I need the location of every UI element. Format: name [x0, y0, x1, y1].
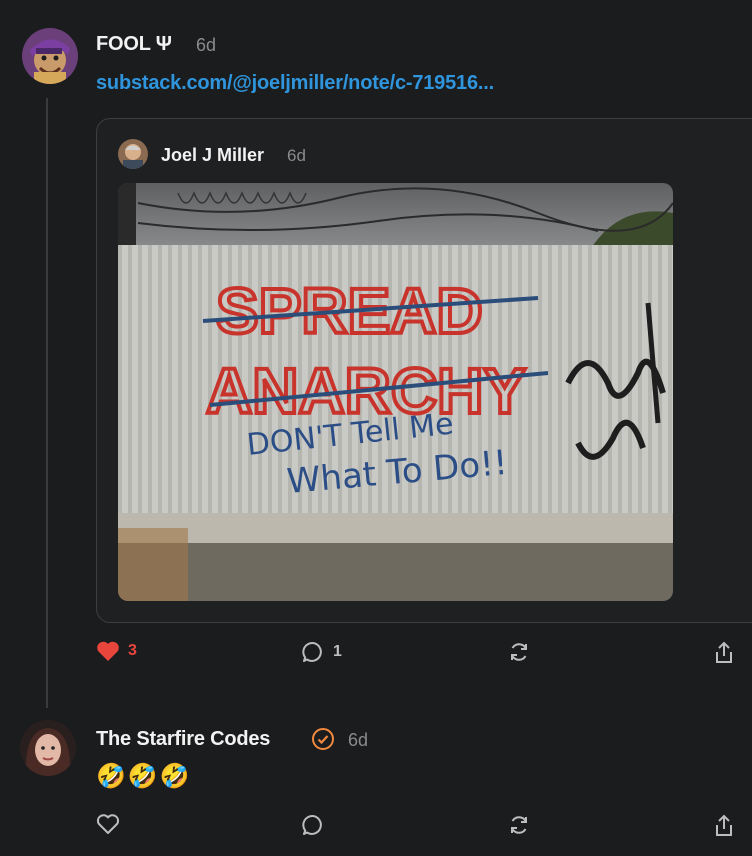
restack-icon: [507, 813, 531, 837]
verified-badge-icon: [311, 727, 335, 756]
reply-share-button[interactable]: [712, 813, 736, 839]
post-author-name[interactable]: FOOL Ψ: [96, 33, 172, 56]
reply-restack-button[interactable]: [507, 813, 531, 837]
like-button[interactable]: 3: [96, 640, 137, 662]
comment-bubble-icon: [301, 813, 325, 837]
comment-bubble-icon: [301, 640, 325, 664]
heart-filled-icon: [96, 640, 120, 662]
note-link[interactable]: substack.com/@joeljmiller/note/c-719516.…: [96, 72, 494, 95]
fool-avatar[interactable]: [22, 28, 78, 84]
post-timestamp[interactable]: 6d: [196, 35, 216, 56]
comment-count: 1: [333, 643, 342, 660]
share-upload-icon: [712, 813, 736, 839]
share-button[interactable]: [712, 640, 736, 666]
quoted-timestamp[interactable]: 6d: [287, 146, 306, 166]
comment-button[interactable]: 1: [301, 640, 342, 664]
restack-icon: [507, 640, 531, 664]
reply-text: 🤣🤣🤣: [96, 763, 192, 790]
heart-outline-icon: [96, 813, 120, 835]
quoted-note-card[interactable]: Joel J Miller 6d DON'T Tell Me What To D…: [96, 118, 752, 623]
reply-timestamp[interactable]: 6d: [348, 730, 368, 751]
quoted-author-name[interactable]: Joel J Miller: [161, 145, 264, 166]
starfire-avatar[interactable]: [20, 720, 76, 776]
share-upload-icon: [712, 640, 736, 666]
reply-comment-button[interactable]: [301, 813, 325, 837]
restack-button[interactable]: [507, 640, 531, 664]
reply-like-button[interactable]: [96, 813, 120, 835]
thread-connector-line: [46, 98, 48, 708]
joel-avatar[interactable]: [118, 139, 148, 169]
reply-author-name[interactable]: The Starfire Codes: [96, 728, 270, 751]
like-count: 3: [128, 642, 137, 659]
graffiti-photo[interactable]: SPREAD ANARCHY DON'T Tell Me What To Do!…: [118, 183, 673, 601]
